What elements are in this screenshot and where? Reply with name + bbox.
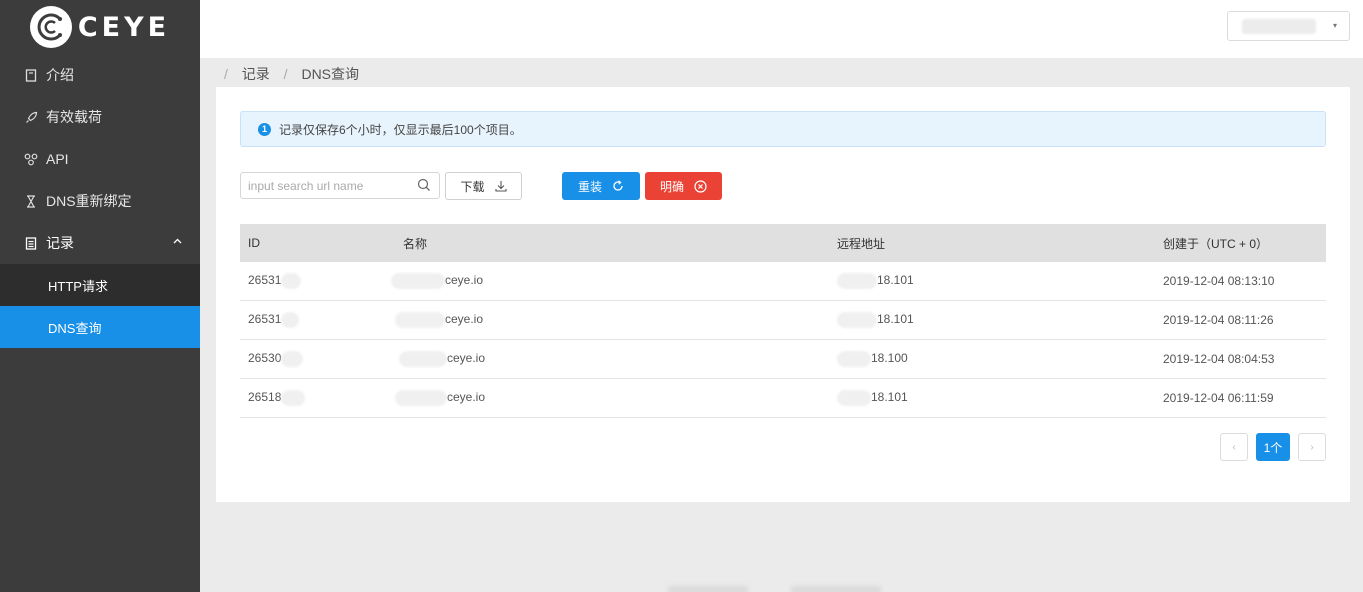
dns-records-table: ID 名称 远程地址 创建于（UTC + 0） 26531 ceye.io 18… <box>240 224 1326 418</box>
next-page-button[interactable]: › <box>1298 433 1326 461</box>
record-id: 26531 <box>248 312 282 327</box>
redacted-mask <box>837 273 877 289</box>
user-menu-dropdown[interactable]: ▾ <box>1227 11 1350 41</box>
table-row[interactable]: 26531 ceye.io 18.101 2019-12-04 08:11:26 <box>240 301 1326 340</box>
rocket-icon <box>24 111 38 124</box>
sidebar-item-label: DNS重新绑定 <box>46 193 132 209</box>
list-icon <box>24 236 38 250</box>
reload-button[interactable]: 重装 <box>562 172 640 200</box>
alert-text: 记录仅保存6个小时，仅显示最后100个项目。 <box>279 122 522 137</box>
column-header-name: 名称 <box>403 236 428 251</box>
chevron-up-icon <box>173 236 182 247</box>
footer <box>668 584 882 592</box>
sidebar: CEYE 介绍 有效载荷 API DNS重新绑定 记录 HTTP请求 DNS查询 <box>0 0 200 592</box>
redacted-mask <box>399 351 447 367</box>
redacted-username <box>1242 19 1316 34</box>
table-header: ID 名称 远程地址 创建于（UTC + 0） <box>240 224 1326 262</box>
pagination: ‹ 1个 › <box>1220 433 1326 461</box>
record-name: ceye.io <box>447 390 486 405</box>
redacted-mask <box>281 273 302 289</box>
chevron-down-icon: ▾ <box>1332 21 1337 30</box>
breadcrumb-separator: / <box>224 66 228 82</box>
redacted-footer-text <box>668 586 748 592</box>
record-id: 26531 <box>248 273 282 288</box>
breadcrumb-item-records[interactable]: 记录 <box>242 66 270 82</box>
sidebar-item-records[interactable]: 记录 <box>0 222 200 264</box>
redacted-mask <box>281 351 304 367</box>
info-icon: 1 <box>258 122 271 136</box>
record-created: 2019-12-04 08:13:10 <box>1163 274 1275 288</box>
record-name: ceye.io <box>447 351 486 366</box>
redacted-mask <box>391 273 445 289</box>
breadcrumb-item-dns: DNS查询 <box>301 66 360 82</box>
clear-button[interactable]: 明确 <box>645 172 722 200</box>
sidebar-item-label: 有效载荷 <box>46 109 102 125</box>
download-button-label: 下载 <box>460 179 485 194</box>
breadcrumb-separator: / <box>283 66 288 82</box>
record-name: ceye.io <box>445 273 484 288</box>
redacted-mask <box>837 390 871 406</box>
sidebar-subitem-http-requests[interactable]: HTTP请求 <box>0 264 200 306</box>
prev-page-button[interactable]: ‹ <box>1220 433 1248 461</box>
table-row[interactable]: 26518 ceye.io 18.101 2019-12-04 06:11:59 <box>240 379 1326 418</box>
record-name: ceye.io <box>445 312 484 327</box>
logo[interactable]: CEYE <box>0 0 200 54</box>
sidebar-subitem-dns-queries[interactable]: DNS查询 <box>0 306 200 348</box>
redacted-mask <box>837 312 877 328</box>
redacted-mask <box>395 312 445 328</box>
sidebar-item-label: 介绍 <box>46 67 74 83</box>
sidebar-item-dns-rebinding[interactable]: DNS重新绑定 <box>0 180 200 222</box>
api-icon <box>24 153 38 166</box>
content-card: 1 记录仅保存6个小时，仅显示最后100个项目。 下载 重装 明确 ID 名称 … <box>216 87 1350 502</box>
redacted-footer-text <box>791 586 882 592</box>
reload-button-label: 重装 <box>577 179 602 194</box>
breadcrumb: / 记录 / DNS查询 <box>224 64 359 84</box>
record-created: 2019-12-04 06:11:59 <box>1163 391 1274 405</box>
table-row[interactable]: 26531 ceye.io 18.101 2019-12-04 08:13:10 <box>240 262 1326 301</box>
sidebar-item-label: 记录 <box>46 235 74 251</box>
refresh-icon <box>612 180 624 192</box>
redacted-mask <box>837 351 871 367</box>
book-icon <box>24 68 38 82</box>
record-id: 26530 <box>248 351 282 366</box>
record-remote: 18.100 <box>871 351 908 366</box>
search-input[interactable] <box>241 173 411 198</box>
info-alert: 1 记录仅保存6个小时，仅显示最后100个项目。 <box>240 111 1326 147</box>
search-box <box>240 172 440 199</box>
table-row[interactable]: 26530 ceye.io 18.100 2019-12-04 08:04:53 <box>240 340 1326 379</box>
record-remote: 18.101 <box>877 312 914 327</box>
sidebar-subitem-label: DNS查询 <box>48 320 102 336</box>
sidebar-item-intro[interactable]: 介绍 <box>0 54 200 96</box>
sidebar-item-payloads[interactable]: 有效载荷 <box>0 96 200 138</box>
record-id: 26518 <box>248 390 282 405</box>
top-bar: ▾ <box>200 0 1363 58</box>
record-remote: 18.101 <box>877 273 914 288</box>
sidebar-item-api[interactable]: API <box>0 138 200 180</box>
download-icon <box>494 180 507 192</box>
sidebar-item-label: API <box>46 151 69 167</box>
record-remote: 18.101 <box>871 390 908 405</box>
column-header-remote: 远程地址 <box>837 236 886 251</box>
redacted-mask <box>281 312 300 328</box>
clear-button-label: 明确 <box>659 179 684 194</box>
close-circle-icon <box>694 179 707 193</box>
record-created: 2019-12-04 08:11:26 <box>1163 313 1274 327</box>
column-header-created: 创建于（UTC + 0） <box>1163 236 1269 251</box>
search-icon[interactable] <box>417 178 431 192</box>
redacted-mask <box>395 390 447 406</box>
logo-text: CEYE <box>77 11 171 43</box>
sidebar-subitem-label: HTTP请求 <box>48 278 108 294</box>
logo-mark-icon <box>29 6 72 48</box>
download-button[interactable]: 下载 <box>445 172 522 200</box>
column-header-id: ID <box>248 236 260 250</box>
record-created: 2019-12-04 08:04:53 <box>1163 352 1275 366</box>
hourglass-icon <box>24 194 38 208</box>
current-page-button[interactable]: 1个 <box>1256 433 1290 461</box>
redacted-mask <box>281 390 306 406</box>
